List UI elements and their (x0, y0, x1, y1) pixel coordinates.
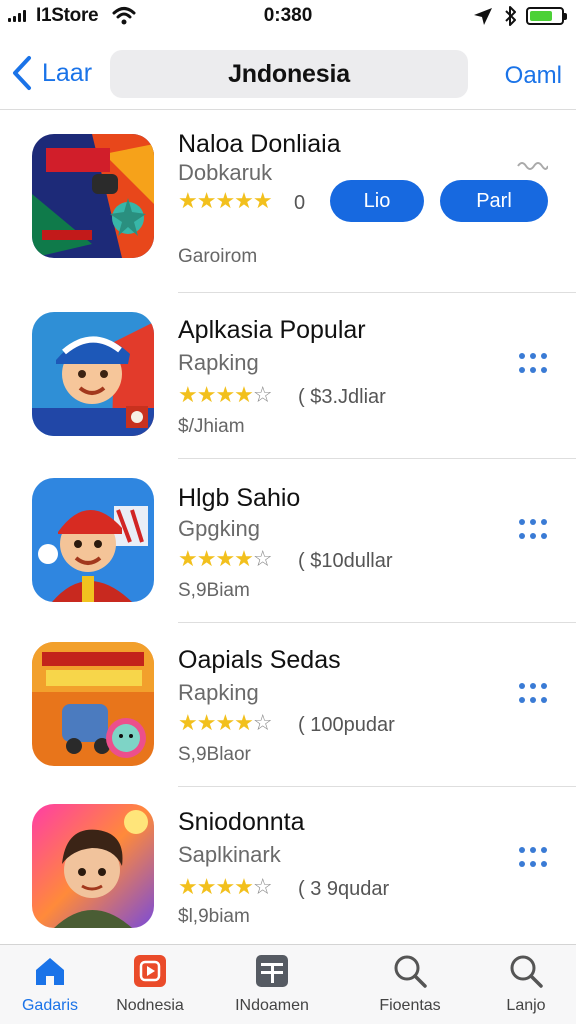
back-label: Laar (42, 58, 93, 87)
page-title: Jndonesia (228, 59, 350, 88)
tab-nodnesia[interactable]: Nodnesia (100, 953, 200, 1015)
app-name[interactable]: Sniodonnta (178, 808, 305, 837)
app-name[interactable]: Naloa Donliaia (178, 130, 341, 159)
app-name[interactable]: Oapials Sedas (178, 646, 341, 675)
app-size: S,9Blaor (178, 744, 251, 765)
app-row[interactable]: Oapials Sedas Rapking ★★★★☆ ( 100pudar S… (0, 622, 576, 787)
more-options-icon[interactable] (516, 514, 550, 544)
app-subtitle: Dobkaruk (178, 160, 273, 185)
cartoon-game-icon[interactable] (32, 642, 154, 766)
more-options-icon[interactable] (516, 348, 550, 378)
rating-stars: ★★★★★ (178, 188, 273, 213)
cartoon-boy-portrait-icon[interactable] (32, 804, 154, 928)
app-subtitle: Rapking (178, 680, 259, 705)
app-subtitle: Rapking (178, 350, 259, 375)
home-icon (36, 958, 64, 985)
more-wave-icon[interactable] (516, 158, 548, 172)
grid-icon (256, 955, 288, 987)
tab-indoamen[interactable]: INdoamen (222, 953, 322, 1015)
rating-stars: ★★★★☆ (178, 710, 273, 735)
rating-count: 0 (294, 192, 306, 214)
chevron-left-icon (13, 56, 31, 90)
play-square-icon (134, 955, 166, 987)
tab-label: Fioentas (379, 997, 441, 1014)
app-size: $/Jhiam (178, 416, 245, 437)
status-bar: I1Store 0:380 (0, 0, 576, 34)
app-subtitle: Saplkinark (178, 842, 281, 867)
tab-label: Gadaris (21, 997, 79, 1014)
app-size: $l,9biam (178, 906, 250, 927)
title-pill: Jndonesia (110, 50, 468, 98)
tab-gadaris[interactable]: Gadaris (0, 953, 100, 1015)
location-arrow-icon (474, 8, 492, 25)
app-price: ( $3.Jdliar (298, 386, 386, 408)
tab-label: Lanjo (506, 997, 546, 1014)
app-price: ( 3 9qudar (298, 878, 390, 900)
tab-label: Nodnesia (116, 997, 184, 1014)
primary-action-button[interactable]: Lio (330, 180, 424, 222)
tab-label: INdoamen (235, 997, 309, 1014)
tab-lanjo[interactable]: Lanjo (476, 953, 576, 1015)
app-subtitle: Gpgking (178, 516, 260, 541)
app-name[interactable]: Hlgb Sahio (178, 484, 300, 513)
app-size: Garoirom (178, 246, 258, 267)
rating-stars: ★★★★☆ (178, 382, 273, 407)
rating-stars: ★★★★☆ (178, 874, 273, 899)
cartoon-boy-red-cap-icon[interactable] (32, 478, 154, 602)
app-size: S,9Biam (178, 580, 250, 601)
nav-right-button[interactable]: Oaml (505, 62, 562, 90)
search-icon (510, 955, 543, 988)
app-row[interactable]: Hlgb Sahio Gpgking ★★★★☆ ( $10dullar S,9… (0, 458, 576, 623)
app-row[interactable]: Sniodonnta Saplkinark ★★★★☆ ( 3 9qudar $… (0, 786, 576, 944)
app-row[interactable]: Naloa Donliaia Dobkaruk ★★★★★ 0 Lio Parl… (0, 112, 576, 293)
more-options-icon[interactable] (516, 842, 550, 872)
tab-bar: Gadaris Nodnesia INdoamen Fioentas Lanjo (0, 944, 576, 1024)
app-price: ( 100pudar (298, 714, 395, 736)
tab-fioentas[interactable]: Fioentas (360, 953, 460, 1015)
secondary-action-button[interactable]: Parl (440, 180, 548, 222)
navigation-bar: Laar Jndonesia Oaml (0, 40, 576, 110)
more-options-icon[interactable] (516, 678, 550, 708)
app-price: ( $10dullar (298, 550, 393, 572)
battery-icon (526, 7, 567, 25)
app-row[interactable]: Aplkasia Popular Rapking ★★★★☆ ( $3.Jdli… (0, 292, 576, 459)
rating-stars: ★★★★☆ (178, 546, 273, 571)
app-name[interactable]: Aplkasia Popular (178, 316, 366, 345)
game-poster-icon[interactable] (32, 134, 154, 258)
back-button[interactable]: Laar (10, 54, 92, 92)
search-icon (394, 955, 427, 988)
bluetooth-icon (505, 6, 516, 26)
cartoon-boy-cap-icon[interactable] (32, 312, 154, 436)
